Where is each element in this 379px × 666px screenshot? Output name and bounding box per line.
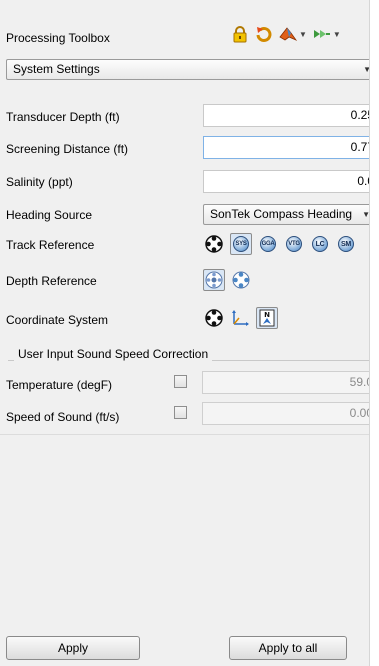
section-moving-bed-icon: SM (338, 236, 354, 252)
processing-toolbox-panel: Processing Toolbox ▼ ▼ System Settings T… (0, 0, 370, 666)
coord-option-beam[interactable] (204, 308, 224, 328)
track-option-loop-correction[interactable]: LC (310, 234, 330, 254)
depth-option-bottom-track[interactable] (231, 270, 251, 290)
track-reference-options: SYS GGA VTG LC SM (204, 233, 356, 255)
chevron-down-icon: ▼ (299, 29, 307, 39)
speed-of-sound-checkbox[interactable] (174, 406, 187, 419)
matlab-export-button[interactable]: ▼ (279, 25, 307, 43)
track-option-gga[interactable]: GGA (258, 234, 278, 254)
chevron-down-icon: ▼ (363, 60, 369, 79)
coord-option-earth[interactable]: N (256, 307, 278, 329)
track-reference-label: Track Reference (6, 238, 95, 252)
export-arrows-button[interactable]: ▼ (313, 25, 341, 43)
bottom-track-depth-icon (232, 271, 250, 289)
speed-of-sound-input[interactable]: 0.00 (202, 402, 369, 425)
system-track-icon: SYS (233, 236, 249, 252)
speed-of-sound-label: Speed of Sound (ft/s) (6, 410, 120, 424)
export-arrows-icon (313, 30, 330, 38)
sound-speed-group-title: User Input Sound Speed Correction (14, 347, 213, 361)
lock-button[interactable] (231, 25, 249, 43)
chevron-down-icon: ▼ (332, 29, 341, 39)
vtg-icon: VTG (286, 236, 302, 252)
coordinate-system-label: Coordinate System (6, 313, 109, 327)
apply-to-all-button[interactable]: Apply to all (229, 636, 347, 660)
bottom-track-icon (205, 235, 223, 253)
lock-icon (233, 26, 247, 43)
transducer-depth-label: Transducer Depth (ft) (6, 110, 120, 124)
depth-option-vertical-beam[interactable] (203, 269, 225, 291)
refresh-button[interactable] (255, 25, 273, 43)
track-option-section-moving-bed[interactable]: SM (336, 234, 356, 254)
group-bottom-divider (0, 434, 369, 435)
track-option-system[interactable]: SYS (230, 233, 252, 255)
temperature-checkbox[interactable] (174, 375, 187, 388)
temperature-input[interactable]: 59.0 (202, 371, 369, 394)
xyz-coordinates-icon (232, 310, 249, 326)
track-option-bottom-track[interactable] (204, 234, 224, 254)
gga-icon: GGA (260, 236, 276, 252)
track-option-vtg[interactable]: VTG (284, 234, 304, 254)
svg-text:N: N (264, 311, 270, 319)
matlab-icon (279, 27, 297, 41)
settings-category-dropdown[interactable]: System Settings ▼ (6, 59, 369, 80)
toolbox-toolbar: ▼ ▼ (231, 23, 341, 45)
heading-source-dropdown[interactable]: SonTek Compass Heading ▼ (203, 204, 370, 225)
heading-source-value: SonTek Compass Heading (210, 207, 353, 221)
screening-distance-label: Screening Distance (ft) (6, 142, 129, 156)
temperature-label: Temperature (degF) (6, 378, 113, 392)
depth-reference-label: Depth Reference (6, 274, 97, 288)
heading-source-label: Heading Source (6, 208, 93, 222)
chevron-down-icon: ▼ (362, 210, 370, 219)
north-earth-icon: N (259, 309, 275, 327)
depth-reference-options (203, 269, 251, 291)
coord-option-xyz[interactable] (230, 308, 250, 328)
vertical-beam-icon (205, 271, 223, 289)
coordinate-system-options: N (204, 307, 278, 329)
settings-category-value: System Settings (13, 62, 100, 76)
loop-correction-icon: LC (312, 236, 328, 252)
salinity-input[interactable]: 0.0 (203, 170, 369, 193)
screening-distance-input[interactable]: 0.77 (203, 136, 369, 159)
transducer-depth-input[interactable]: 0.25 (203, 104, 369, 127)
salinity-label: Salinity (ppt) (6, 175, 73, 189)
beam-coordinates-icon (205, 309, 223, 327)
refresh-icon (256, 27, 272, 42)
panel-title: Processing Toolbox (6, 31, 110, 45)
apply-button[interactable]: Apply (6, 636, 140, 660)
